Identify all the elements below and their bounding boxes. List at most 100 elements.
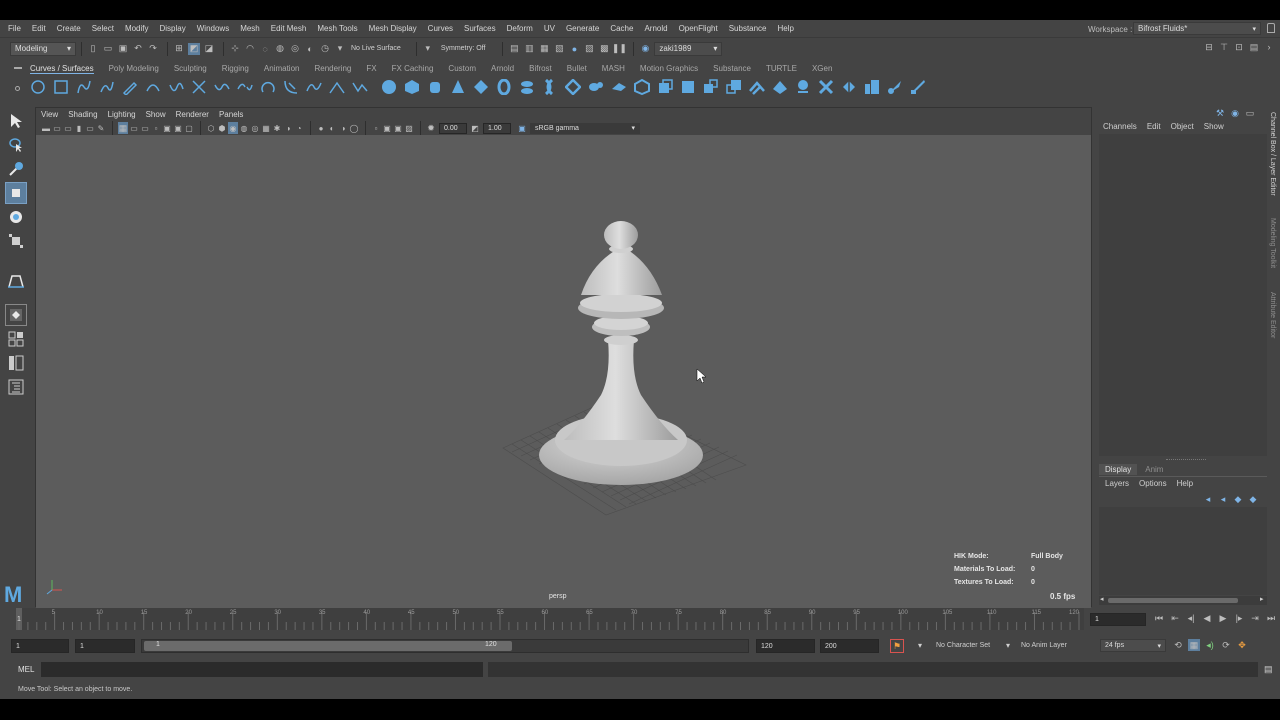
- menu-uv[interactable]: UV: [544, 24, 555, 33]
- layer-scrollbar[interactable]: ◂ ▸: [1099, 596, 1267, 605]
- scroll-right-icon[interactable]: ›: [1263, 41, 1275, 53]
- nurbs-cone-icon[interactable]: [450, 79, 466, 95]
- nurbs-sphere-icon[interactable]: [381, 79, 397, 95]
- command-input[interactable]: [41, 662, 483, 677]
- chevron-down-icon[interactable]: ▾: [422, 43, 434, 55]
- redo-icon[interactable]: ↷: [147, 43, 159, 55]
- tab-turtle[interactable]: TURTLE: [766, 64, 797, 73]
- float-panel-icon[interactable]: ▭: [1244, 107, 1256, 119]
- chevron-down-icon[interactable]: ▾: [918, 641, 922, 650]
- last-tool-icon[interactable]: [5, 270, 27, 292]
- bevel-icon[interactable]: [611, 79, 627, 95]
- modeling-toolkit-icon[interactable]: ⊟: [1203, 41, 1215, 53]
- workspace-dropdown[interactable]: Bifrost Fluids* ▾: [1133, 22, 1261, 35]
- chevron-down-icon[interactable]: ▾: [334, 43, 346, 55]
- user-icon[interactable]: ◉: [639, 43, 651, 55]
- user-dropdown[interactable]: zaki1989 ▾: [654, 41, 723, 56]
- xray-icon[interactable]: ◐: [327, 122, 337, 134]
- tab-substance[interactable]: Substance: [713, 64, 751, 73]
- snap-point-icon[interactable]: ◌: [259, 43, 271, 55]
- select-component-icon[interactable]: ◪: [203, 43, 215, 55]
- safe-action-icon[interactable]: ▣: [173, 122, 183, 134]
- menu-help[interactable]: Help: [778, 24, 794, 33]
- start-time-field[interactable]: 1: [11, 639, 69, 653]
- sound-icon[interactable]: ◂): [1204, 639, 1216, 651]
- side-tab-channel-box[interactable]: Channel Box / Layer Editor: [1269, 112, 1276, 196]
- frame-selected-icon[interactable]: ▣: [393, 122, 403, 134]
- play-forwards-icon[interactable]: ▶: [1217, 612, 1229, 624]
- attribute-editor-icon[interactable]: ⊤: [1218, 41, 1230, 53]
- tab-mash[interactable]: MASH: [602, 64, 625, 73]
- ep-curve-icon[interactable]: [99, 79, 115, 95]
- channel-menu-show[interactable]: Show: [1204, 122, 1224, 131]
- layer-list[interactable]: [1099, 507, 1267, 595]
- layer-menu-options[interactable]: Options: [1139, 479, 1167, 488]
- light-editor-icon[interactable]: ▩: [598, 43, 610, 55]
- layer-menu-help[interactable]: Help: [1177, 479, 1193, 488]
- channel-box-tool-icon[interactable]: ⚒: [1214, 107, 1226, 119]
- insert-isoparm-icon[interactable]: [864, 79, 880, 95]
- time-slider[interactable]: 1 5 10 15 20 25 30 35 40 45 50 55 60 65 70 75 80 85 90 95 1…: [16, 608, 1084, 630]
- frame-all-icon[interactable]: ▣: [382, 122, 392, 134]
- attach-surfaces-icon[interactable]: [795, 79, 811, 95]
- tab-anim-layers[interactable]: Anim: [1137, 464, 1171, 475]
- panel-menu-view[interactable]: View: [41, 110, 58, 119]
- auto-key-icon[interactable]: ⚑: [890, 639, 904, 653]
- menu-select[interactable]: Select: [92, 24, 114, 33]
- detach-surfaces-icon[interactable]: [818, 79, 834, 95]
- tab-poly-modeling[interactable]: Poly Modeling: [109, 64, 159, 73]
- use-all-lights-icon[interactable]: ◎: [250, 122, 260, 134]
- history-icon[interactable]: ◷: [319, 43, 331, 55]
- xray-active-icon[interactable]: ◑: [338, 122, 348, 134]
- anti-aliasing-icon[interactable]: ◔: [294, 122, 304, 134]
- cv-curve-icon[interactable]: [76, 79, 92, 95]
- anim-layer-label[interactable]: No Anim Layer: [1021, 642, 1067, 649]
- go-to-start-icon[interactable]: ⏮: [1153, 612, 1165, 624]
- gamma-field[interactable]: 1.00: [483, 122, 511, 134]
- outliner-icon[interactable]: [5, 376, 27, 398]
- smooth-shade-icon[interactable]: ⬢: [217, 122, 227, 134]
- exposure-field[interactable]: 0.00: [439, 122, 467, 134]
- shelf-settings-icon[interactable]: [15, 86, 20, 91]
- chevron-down-icon[interactable]: ▾: [1006, 641, 1010, 650]
- fps-dropdown[interactable]: 24 fps ▾: [1100, 639, 1166, 652]
- range-slider-bar[interactable]: [144, 641, 512, 651]
- bezier-curve-icon[interactable]: [168, 79, 184, 95]
- field-chart-icon[interactable]: ▣: [162, 122, 172, 134]
- mel-label[interactable]: MEL: [18, 665, 34, 674]
- menu-substance[interactable]: Substance: [729, 24, 767, 33]
- project-curve-icon[interactable]: [703, 79, 719, 95]
- scale-tool-icon[interactable]: [5, 230, 27, 252]
- tab-rendering[interactable]: Rendering: [314, 64, 351, 73]
- menu-openflight[interactable]: OpenFlight: [679, 24, 718, 33]
- step-back-key-icon[interactable]: ⇤: [1169, 612, 1181, 624]
- undo-icon[interactable]: ↶: [132, 43, 144, 55]
- snap-curve-icon[interactable]: ◠: [244, 43, 256, 55]
- revolve-icon[interactable]: [519, 79, 535, 95]
- select-object-icon[interactable]: ◩: [188, 42, 200, 55]
- wireframe-icon[interactable]: ⬡: [206, 122, 216, 134]
- open-scene-icon[interactable]: ▭: [102, 43, 114, 55]
- render-frame-icon[interactable]: ▥: [523, 43, 535, 55]
- move-tool-icon[interactable]: [5, 182, 27, 204]
- arc-tool-icon[interactable]: [145, 79, 161, 95]
- scroll-right-icon[interactable]: ▸: [1260, 595, 1264, 603]
- tab-curves-surfaces[interactable]: Curves / Surfaces: [30, 64, 94, 73]
- save-scene-icon[interactable]: ▣: [117, 43, 129, 55]
- animation-preferences-icon[interactable]: ⟳: [1220, 639, 1232, 651]
- current-frame-field[interactable]: 1: [1090, 613, 1146, 626]
- render-setup-icon[interactable]: ▨: [583, 43, 595, 55]
- shelf-menu-icon[interactable]: [14, 67, 22, 69]
- step-forward-frame-icon[interactable]: |▸: [1233, 612, 1245, 624]
- menu-edit[interactable]: Edit: [32, 24, 46, 33]
- tab-bullet[interactable]: Bullet: [567, 64, 587, 73]
- extrude-icon[interactable]: [588, 79, 604, 95]
- film-gate-icon[interactable]: ▭: [129, 122, 139, 134]
- character-set-label[interactable]: No Character Set: [936, 642, 990, 649]
- lasso-tool-icon[interactable]: [5, 134, 27, 156]
- render-view-icon[interactable]: ▤: [508, 43, 520, 55]
- panel-menu-show[interactable]: Show: [146, 110, 166, 119]
- channel-box-icon[interactable]: ▤: [1248, 41, 1260, 53]
- paint-select-tool-icon[interactable]: [5, 158, 27, 180]
- menu-surfaces[interactable]: Surfaces: [464, 24, 496, 33]
